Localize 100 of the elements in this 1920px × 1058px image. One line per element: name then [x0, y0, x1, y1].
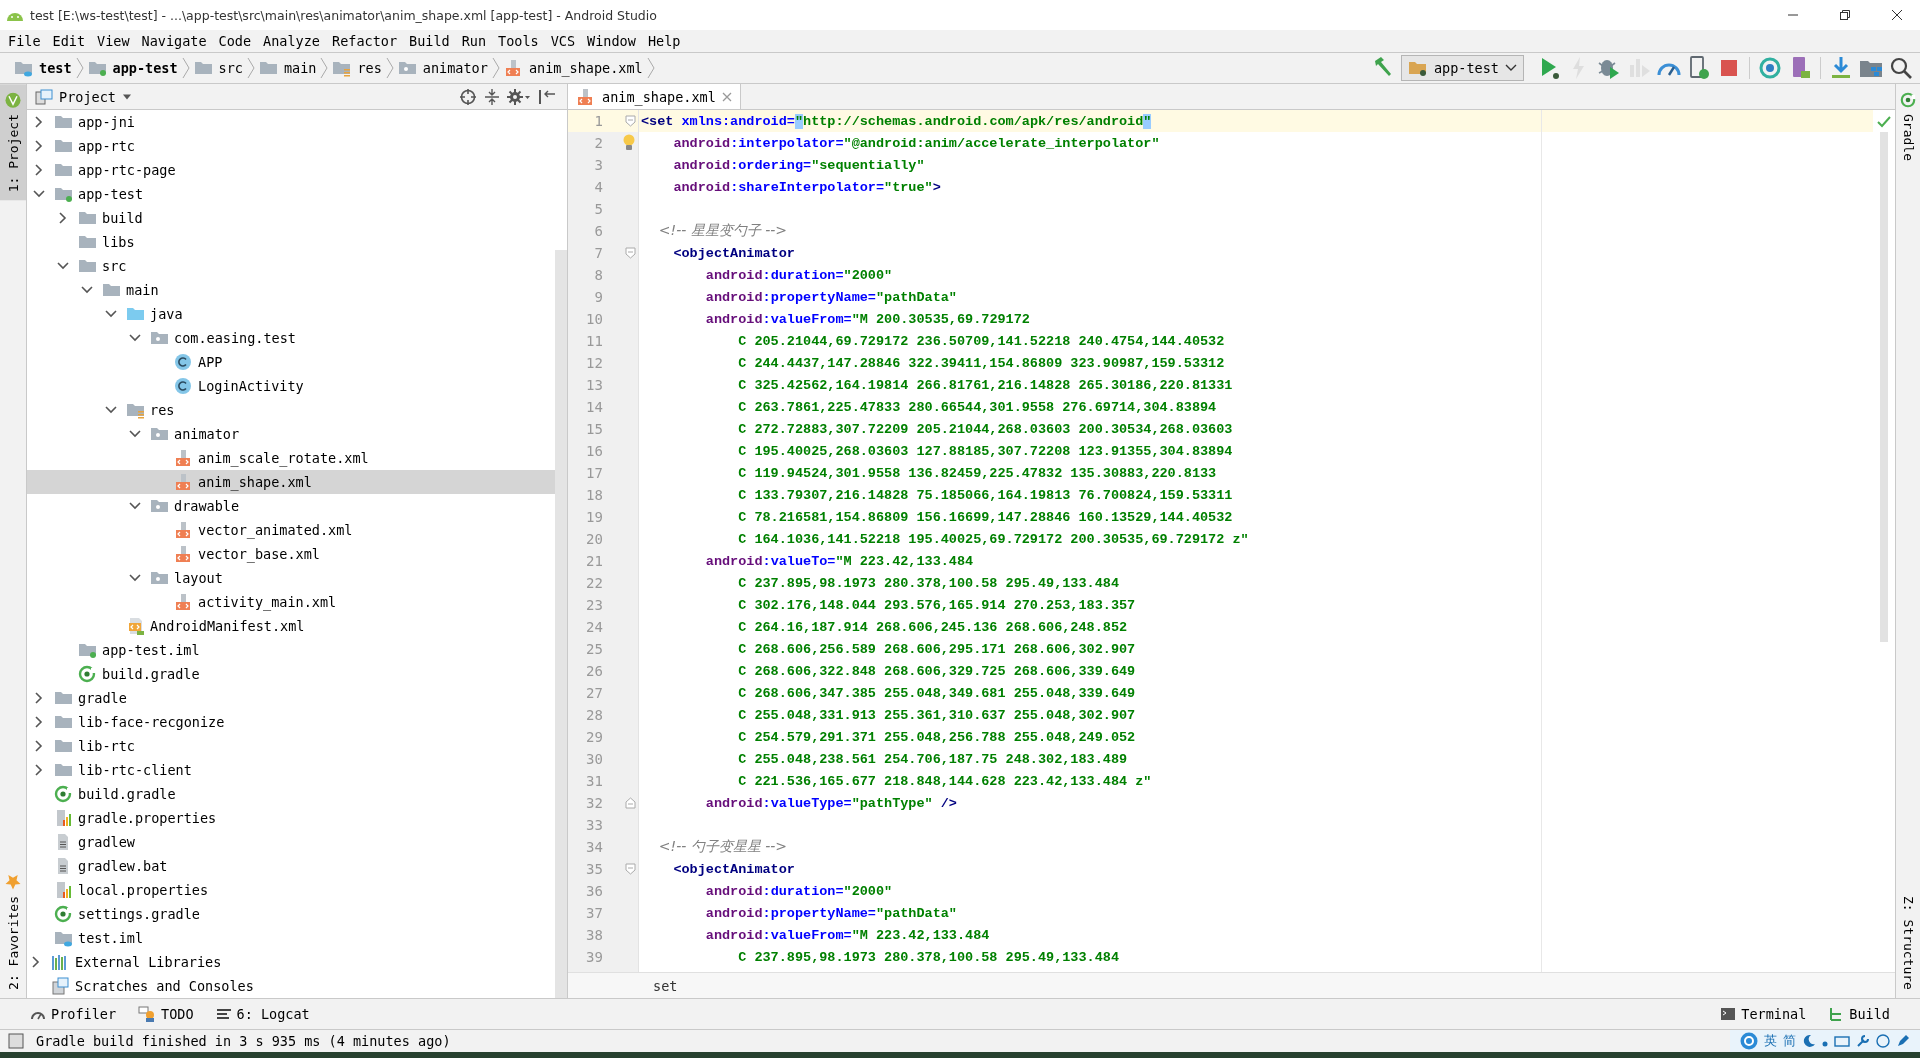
tool-window-button[interactable]: Build [1828, 1006, 1890, 1022]
tree-item[interactable]: drawable [27, 494, 555, 518]
tree-item[interactable]: libs [27, 230, 555, 254]
tree-item[interactable]: activity_main.xml [27, 590, 555, 614]
menu-item[interactable]: View [91, 33, 136, 49]
settings-icon[interactable] [507, 87, 531, 106]
tree-item[interactable]: app-test [27, 182, 555, 206]
menu-item[interactable]: Run [455, 33, 493, 49]
tool-window-button[interactable]: TODO [138, 1006, 194, 1022]
gradle-icon [78, 665, 98, 683]
ime-option[interactable]: 英 [1764, 1032, 1777, 1050]
hide-panel-icon[interactable] [537, 87, 557, 106]
breadcrumb-item[interactable]: anim_shape.xml [499, 59, 647, 77]
line-number: 3 [593, 157, 603, 173]
tree-item[interactable]: build.gradle [27, 662, 555, 686]
breadcrumb-item[interactable]: animator [393, 59, 492, 77]
tree-item[interactable]: java [27, 302, 555, 326]
tree-item[interactable]: animator [27, 422, 555, 446]
tree-item[interactable]: LoginActivity [27, 374, 555, 398]
breadcrumb-item[interactable]: src [189, 59, 247, 77]
menu-item[interactable]: Build [403, 33, 456, 49]
locate-icon[interactable] [459, 87, 477, 106]
tree-item[interactable]: layout [27, 566, 555, 590]
properties-file-icon [54, 809, 74, 827]
menu-item[interactable]: Refactor [326, 33, 404, 49]
breadcrumb-item[interactable]: res [328, 59, 386, 77]
tree-item[interactable]: External Libraries [27, 950, 555, 974]
scrollbar-thumb[interactable] [1880, 132, 1888, 642]
tool-window-tab[interactable]: Gradle [1896, 84, 1920, 169]
tool-window-button[interactable]: Profiler [30, 1006, 117, 1022]
menu-item[interactable]: Analyze [257, 33, 326, 49]
menu-item[interactable]: Window [581, 33, 642, 49]
tree-item[interactable]: build.gradle [27, 782, 555, 806]
tree-item[interactable]: gradlew.bat [27, 854, 555, 878]
tree-item[interactable]: gradle [27, 686, 555, 710]
tree-item[interactable]: vector_base.xml [27, 542, 555, 566]
tree-item[interactable]: app-rtc-page [27, 158, 555, 182]
tree-item[interactable]: vector_animated.xml [27, 518, 555, 542]
run-configuration-dropdown[interactable]: app-test [1400, 55, 1524, 81]
line-number: 5 [593, 201, 603, 217]
tool-window-tab[interactable]: 1: Project [0, 84, 26, 201]
code-line: android:propertyName="pathData" [704, 289, 957, 305]
menu-item[interactable]: File [2, 33, 47, 49]
star-icon [5, 874, 21, 891]
line-number: 24 [585, 619, 603, 635]
tree-item[interactable]: com.easing.test [27, 326, 555, 350]
tree-item[interactable]: local.properties [27, 878, 555, 902]
folder-icon [150, 497, 170, 515]
menu-item[interactable]: Navigate [135, 33, 213, 49]
tree-item[interactable]: gradle.properties [27, 806, 555, 830]
menu-item[interactable]: Edit [46, 33, 92, 49]
code-line: C 268.606,256.589 268.606,295.171 268.606,302.907 [737, 641, 1136, 657]
breadcrumb-item[interactable]: app-test [83, 59, 182, 77]
breadcrumb-item[interactable]: main [254, 59, 321, 77]
tree-item[interactable]: build [27, 206, 555, 230]
tree-item[interactable]: app-test.iml [27, 638, 555, 662]
tree-item[interactable]: settings.gradle [27, 902, 555, 926]
tree-item[interactable]: lib-face-recgonize [27, 710, 555, 734]
line-number: 29 [585, 729, 603, 745]
line-number: 31 [585, 773, 603, 789]
ime-option[interactable]: 简 [1783, 1032, 1796, 1050]
tool-window-button[interactable]: Terminal [1720, 1006, 1807, 1022]
editor-tab[interactable]: anim_shape.xml [568, 84, 741, 109]
chevron-right-icon [491, 55, 500, 81]
close-icon[interactable] [1891, 9, 1903, 21]
sync-icon[interactable] [1757, 55, 1783, 81]
tree-item[interactable]: gradlew [27, 830, 555, 854]
tree-item[interactable]: Scratches and Consoles [27, 974, 555, 998]
collapse-all-icon[interactable] [483, 87, 501, 106]
tree-item[interactable]: app-rtc [27, 134, 555, 158]
tree-item[interactable]: anim_scale_rotate.xml [27, 446, 555, 470]
menu-item[interactable]: VCS [544, 33, 582, 49]
tree-item[interactable]: src [27, 254, 555, 278]
menu-item[interactable]: Help [641, 33, 687, 49]
tree-item[interactable]: lib-rtc [27, 734, 555, 758]
tool-window-button[interactable]: 6: Logcat [215, 1006, 310, 1022]
folder-icon [193, 59, 214, 77]
project-view-dropdown[interactable]: Project [35, 88, 132, 105]
tree-item[interactable]: lib-rtc-client [27, 758, 555, 782]
restore-icon[interactable] [1839, 9, 1851, 21]
breadcrumb-item[interactable]: set [653, 977, 678, 994]
menu-item[interactable]: Tools [492, 33, 545, 49]
tree-item[interactable]: AndroidManifest.xml [27, 614, 555, 638]
tree-item[interactable]: res [27, 398, 555, 422]
tool-window-tab[interactable]: 2: Favorites [0, 866, 26, 998]
line-number: 6 [593, 223, 603, 239]
tree-item[interactable]: APP [27, 350, 555, 374]
lightbulb-icon[interactable] [622, 134, 636, 152]
minimize-icon[interactable] [1787, 14, 1799, 16]
tool-window-tab[interactable]: Z: Structure [1896, 888, 1920, 998]
search-icon[interactable] [1888, 55, 1914, 81]
scrollbar-thumb[interactable] [555, 250, 567, 998]
tree-item[interactable]: anim_shape.xml [27, 470, 555, 494]
tree-item[interactable]: main [27, 278, 555, 302]
breadcrumb-item[interactable]: test [10, 59, 76, 77]
menu-item[interactable]: Code [212, 33, 258, 49]
ime-toolbar[interactable]: 英 简 [1730, 1030, 1920, 1052]
tree-item[interactable]: app-jni [27, 110, 555, 134]
tree-item[interactable]: test.iml [27, 926, 555, 950]
ime-logo-icon [1740, 1032, 1758, 1050]
